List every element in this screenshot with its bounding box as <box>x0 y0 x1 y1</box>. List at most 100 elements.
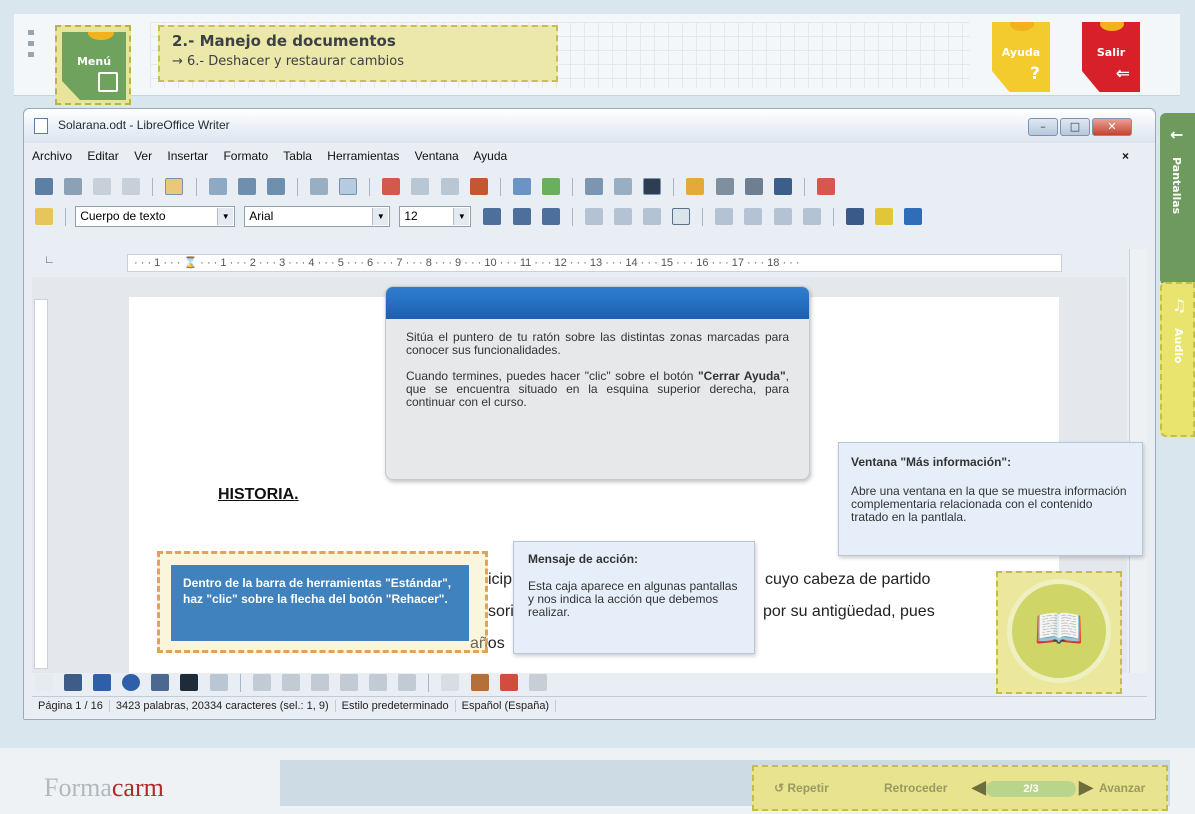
table-icon[interactable] <box>614 178 633 195</box>
font-color-icon[interactable] <box>845 208 864 225</box>
line-icon[interactable] <box>64 674 83 691</box>
next-button[interactable]: Avanzar <box>1099 781 1145 795</box>
maximize-button[interactable]: □ <box>1060 118 1090 136</box>
stars-icon[interactable] <box>398 674 417 691</box>
paste-icon[interactable] <box>440 178 459 195</box>
align-left-icon[interactable] <box>584 208 603 225</box>
more-info-button[interactable]: 📖 <box>1007 579 1111 683</box>
clone-format-icon[interactable] <box>469 178 488 195</box>
page-indicator: 2/3 <box>986 781 1076 797</box>
tab-stop-icon[interactable]: ∟ <box>44 254 55 266</box>
show-draw-icon[interactable] <box>643 178 662 195</box>
minimize-button[interactable]: – <box>1028 118 1058 136</box>
menu-editar[interactable]: Editar <box>87 149 118 163</box>
status-page[interactable]: Página 1 / 16 <box>32 700 110 712</box>
breadcrumb: 2.- Manejo de documentos → 6.- Deshacer … <box>158 25 558 82</box>
spellcheck-icon[interactable] <box>310 178 329 195</box>
bullets-icon[interactable] <box>744 208 763 225</box>
back-button[interactable]: Retroceder <box>884 781 947 795</box>
menu-herramientas[interactable]: Herramientas <box>327 149 399 163</box>
vertical-ruler <box>34 299 48 669</box>
save-icon[interactable] <box>93 178 112 195</box>
bold-icon[interactable] <box>483 208 502 225</box>
menu-button[interactable]: Menú <box>62 32 126 100</box>
open-icon[interactable] <box>64 178 83 195</box>
menu-archivo[interactable]: Archivo <box>32 149 72 163</box>
shadow-icon[interactable] <box>528 674 547 691</box>
menu-insertar[interactable]: Insertar <box>167 149 208 163</box>
italic-icon[interactable] <box>512 208 531 225</box>
font-name-select[interactable]: Arial ▼ <box>244 206 391 227</box>
print-icon[interactable] <box>237 178 256 195</box>
underline-icon[interactable] <box>541 208 560 225</box>
tab-audio[interactable]: ♫ Audio <box>1160 282 1195 437</box>
autospell-icon[interactable] <box>339 178 358 195</box>
callouts-icon[interactable] <box>369 674 388 691</box>
curve-icon[interactable] <box>151 674 170 691</box>
extrusion-icon[interactable] <box>499 674 518 691</box>
new-icon[interactable] <box>35 178 53 195</box>
redo-icon[interactable] <box>541 178 560 195</box>
help-button[interactable]: Ayuda ? <box>992 22 1050 92</box>
chevron-right-icon[interactable]: ▶ <box>1079 777 1093 798</box>
email-icon[interactable] <box>122 178 141 195</box>
menu-ver[interactable]: Ver <box>134 149 152 163</box>
pin-icon <box>88 32 114 40</box>
tab-screens[interactable]: ← Pantallas <box>1160 113 1195 285</box>
justify-icon[interactable] <box>672 208 691 225</box>
ruler-scale: · · · 1 · · · ⌛ · · · 1 · · · 2 · · · 3 … <box>127 254 1062 272</box>
basic-shapes-icon[interactable] <box>252 674 271 691</box>
text-icon[interactable] <box>180 674 199 691</box>
menu-tabla[interactable]: Tabla <box>283 149 312 163</box>
print-preview-icon[interactable] <box>266 178 285 195</box>
datasource-icon[interactable] <box>744 178 763 195</box>
menu-ventana[interactable]: Ventana <box>415 149 459 163</box>
callout-icon[interactable] <box>209 674 228 691</box>
help-label: Ayuda <box>1001 46 1041 59</box>
status-style[interactable]: Estilo predeterminado <box>336 700 456 712</box>
menu-button-highlight[interactable]: Menú <box>55 25 131 105</box>
symbol-shapes-icon[interactable] <box>281 674 300 691</box>
align-center-icon[interactable] <box>613 208 632 225</box>
help-lifebuoy-icon[interactable] <box>816 178 835 195</box>
close-document-icon[interactable]: × <box>1122 149 1129 163</box>
repeat-button[interactable]: ↺ Repetir <box>774 781 829 795</box>
export-pdf-icon[interactable] <box>208 178 227 195</box>
status-language[interactable]: Español (España) <box>456 700 557 712</box>
edit-mode-icon[interactable] <box>165 178 184 195</box>
window-titlebar[interactable]: Solarana.odt - LibreOffice Writer <box>24 109 1155 143</box>
numbering-icon[interactable] <box>715 208 734 225</box>
hyperlink-icon[interactable] <box>585 178 604 195</box>
decrease-indent-icon[interactable] <box>773 208 792 225</box>
chevron-left-icon[interactable]: ◀ <box>972 777 986 798</box>
cut-icon[interactable] <box>382 178 401 195</box>
horizontal-ruler[interactable]: ∟ · · · 1 · · · ⌛ · · · 1 · · · 2 · · · … <box>32 254 1132 272</box>
pilcrow-icon[interactable] <box>773 178 792 195</box>
close-button[interactable]: ✕ <box>1092 118 1132 136</box>
font-size-select[interactable]: 12 ▼ <box>399 206 472 227</box>
align-right-icon[interactable] <box>643 208 662 225</box>
paragraph-style-select[interactable]: Cuerpo de texto ▼ <box>75 206 236 227</box>
block-arrows-icon[interactable] <box>310 674 329 691</box>
styles-icon[interactable] <box>35 208 53 225</box>
flowchart-icon[interactable] <box>340 674 359 691</box>
points-icon[interactable] <box>441 674 460 691</box>
more-info-highlight[interactable]: 📖 <box>996 571 1122 694</box>
ellipse-icon[interactable] <box>122 674 141 691</box>
rectangle-icon[interactable] <box>93 674 112 691</box>
background-color-icon[interactable] <box>903 208 922 225</box>
highlight-icon[interactable] <box>874 208 893 225</box>
gallery-icon[interactable] <box>715 178 734 195</box>
help-instructions-popup: Sitúa el puntero de tu ratón sobre las d… <box>385 286 810 480</box>
navigation-controls: ↺ Repetir Retroceder ◀ 2/3 ▶ Avanzar <box>752 765 1168 811</box>
action-message-tooltip: Mensaje de acción: Esta caja aparece en … <box>513 541 755 654</box>
menu-ayuda[interactable]: Ayuda <box>473 149 507 163</box>
fontwork-icon[interactable] <box>470 674 489 691</box>
select-pointer-icon[interactable] <box>35 674 53 691</box>
copy-icon[interactable] <box>411 178 430 195</box>
menu-formato[interactable]: Formato <box>223 149 268 163</box>
navigator-icon[interactable] <box>686 178 705 195</box>
separator <box>296 178 298 196</box>
undo-icon[interactable] <box>512 178 531 195</box>
increase-indent-icon[interactable] <box>802 208 821 225</box>
